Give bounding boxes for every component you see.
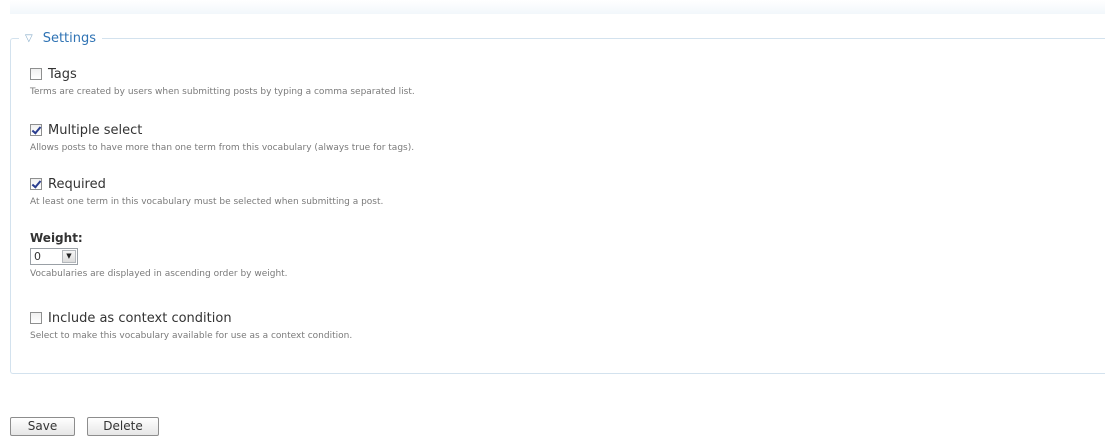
multiple-select-checkbox[interactable]	[30, 124, 42, 136]
required-checkbox[interactable]	[30, 178, 42, 190]
weight-label: Weight:	[30, 231, 83, 245]
weight-select-value[interactable]: 0	[31, 250, 41, 263]
chevron-down-icon[interactable]: ▼	[62, 250, 76, 263]
context-condition-description: Select to make this vocabulary available…	[30, 331, 353, 341]
multiple-select-label[interactable]: Multiple select	[48, 123, 142, 138]
context-condition-option: Include as context condition Select to m…	[30, 310, 352, 341]
top-fade	[10, 0, 1105, 14]
context-condition-label[interactable]: Include as context condition	[48, 311, 232, 326]
tags-checkbox[interactable]	[30, 68, 42, 80]
weight-option: Weight: 0 ▼ Vocabularies are displayed i…	[30, 231, 288, 279]
required-label[interactable]: Required	[48, 177, 106, 192]
tags-description: Terms are created by users when submitti…	[30, 87, 415, 97]
context-condition-checkbox[interactable]	[30, 312, 42, 324]
save-button[interactable]: Save	[10, 417, 75, 436]
multiple-select-description: Allows posts to have more than one term …	[30, 143, 415, 153]
triangle-down-icon[interactable]: ▽	[25, 30, 33, 48]
settings-legend-label[interactable]: Settings	[43, 30, 96, 48]
multiple-select-option: Multiple select Allows posts to have mor…	[30, 122, 414, 153]
weight-description: Vocabularies are displayed in ascending …	[30, 269, 288, 279]
required-option: Required At least one term in this vocab…	[30, 176, 383, 207]
tags-option: Tags Terms are created by users when sub…	[30, 66, 415, 97]
delete-button[interactable]: Delete	[87, 417, 159, 436]
settings-legend[interactable]: ▽ Settings	[19, 30, 103, 48]
required-description: At least one term in this vocabulary mus…	[30, 197, 384, 207]
tags-label[interactable]: Tags	[48, 67, 77, 82]
weight-select[interactable]: 0 ▼	[30, 248, 78, 265]
